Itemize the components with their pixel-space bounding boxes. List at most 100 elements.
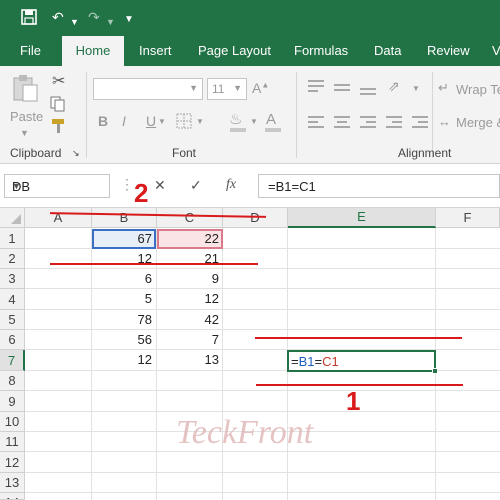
font-group-label: Font (172, 146, 197, 160)
top-align-icon[interactable] (308, 80, 324, 95)
row-header-14[interactable]: 14 (0, 493, 25, 500)
formula-bar: DB ▼ ⋮ ✕ ✓ fx =B1=C1 (0, 164, 500, 208)
active-cell-e7[interactable]: =B1=C1 (287, 350, 436, 372)
cell-b4[interactable]: 5 (92, 289, 156, 309)
tab-review[interactable]: Review (427, 36, 470, 66)
row-header-10[interactable]: 10 (0, 412, 25, 432)
ribbon: Paste ▼ ✂ Clipboard ↘ ▼ 11 ▼ A▲ B I U ▼ … (0, 66, 500, 164)
copy-icon[interactable] (50, 96, 70, 115)
column-header-b[interactable]: B (92, 208, 157, 228)
decrease-indent-icon[interactable] (386, 116, 402, 131)
column-header-c[interactable]: C (157, 208, 223, 228)
select-all-button[interactable] (0, 208, 25, 228)
align-center-icon[interactable] (334, 116, 350, 131)
undo-dropdown-icon[interactable]: ▼ (70, 13, 79, 31)
row-header-8[interactable]: 8 (0, 371, 25, 391)
cell-c3[interactable]: 9 (157, 269, 223, 289)
save-icon[interactable] (20, 8, 38, 30)
underline-dropdown-icon[interactable]: ▼ (158, 117, 166, 126)
cell-c1[interactable]: 22 (157, 229, 223, 249)
insert-function-button[interactable]: fx (226, 177, 236, 193)
cell-b5[interactable]: 78 (92, 310, 156, 330)
formula-input[interactable]: =B1=C1 (258, 174, 500, 198)
cell-b3[interactable]: 6 (92, 269, 156, 289)
redo-dropdown-icon[interactable]: ▼ (106, 13, 115, 31)
gridline (25, 492, 500, 493)
row-header-6[interactable]: 6 (0, 330, 25, 350)
row-header-11[interactable]: 11 (0, 432, 25, 452)
cell-c7[interactable]: 13 (157, 350, 223, 370)
clipboard-group-label: Clipboard (10, 146, 62, 160)
customize-icon[interactable]: ▼ (124, 11, 134, 29)
bottom-align-icon[interactable] (360, 88, 376, 98)
format-painter-icon[interactable] (50, 118, 68, 137)
cell-c5[interactable]: 42 (157, 310, 223, 330)
fill-handle[interactable] (432, 368, 438, 374)
enter-button[interactable]: ✓ (190, 177, 202, 194)
cell-b1[interactable]: 67 (92, 229, 156, 249)
underline-button[interactable]: U (146, 113, 156, 129)
redo-icon[interactable]: ↷ (88, 8, 100, 26)
chevron-down-icon: ▼ (233, 83, 242, 93)
cell-b6[interactable]: 56 (92, 330, 156, 350)
clipboard-launcher-icon[interactable]: ↘ (72, 148, 80, 159)
increase-indent-icon[interactable] (412, 116, 428, 131)
formula-ref-c1: C1 (322, 354, 339, 369)
fill-color-dropdown-icon[interactable]: ▼ (250, 117, 258, 126)
cell-b7[interactable]: 12 (92, 350, 156, 370)
tab-view[interactable]: V (492, 36, 500, 66)
column-header-f[interactable]: F (436, 208, 500, 228)
fill-color-icon[interactable]: ♨ (229, 110, 242, 128)
align-right-icon[interactable] (360, 116, 376, 131)
font-size-combo[interactable]: 11 ▼ (207, 78, 247, 100)
row-header-7[interactable]: 7 (0, 350, 25, 371)
tab-page-layout[interactable]: Page Layout (198, 36, 271, 66)
column-header-e[interactable]: E (288, 208, 436, 228)
cell-c2[interactable]: 21 (157, 249, 223, 269)
row-header-1[interactable]: 1 (0, 228, 25, 249)
row-header-4[interactable]: 4 (0, 289, 25, 310)
grow-font-icon[interactable]: A▲ (252, 80, 269, 96)
worksheet-grid[interactable]: A B C D E F 1 2 3 4 5 6 7 8 9 10 11 12 1… (0, 208, 500, 500)
paste-button[interactable]: Paste (10, 109, 43, 124)
wrap-text-icon[interactable]: ↵ (438, 80, 449, 96)
row-header-13[interactable]: 13 (0, 473, 25, 493)
annotation-line (50, 263, 258, 265)
tab-formulas[interactable]: Formulas (294, 36, 348, 66)
tab-home[interactable]: Home (62, 36, 124, 66)
middle-align-icon[interactable] (334, 84, 350, 94)
borders-icon[interactable] (176, 113, 192, 132)
paste-icon[interactable] (10, 74, 40, 107)
bold-button[interactable]: B (98, 113, 108, 129)
cell-b2[interactable]: 12 (92, 249, 156, 269)
font-color-button[interactable]: A (266, 111, 276, 128)
merge-button[interactable]: Merge & (456, 115, 500, 130)
cell-c6[interactable]: 7 (157, 330, 223, 350)
italic-button[interactable]: I (122, 113, 126, 129)
merge-icon[interactable]: ↔ (438, 114, 451, 129)
ribbon-tabs: File Home Insert Page Layout Formulas Da… (0, 36, 500, 66)
row-header-9[interactable]: 9 (0, 391, 25, 412)
font-name-combo[interactable]: ▼ (93, 78, 203, 100)
row-header-12[interactable]: 12 (0, 452, 25, 473)
align-left-icon[interactable] (308, 116, 324, 131)
orientation-icon[interactable]: ⇗ (388, 78, 400, 95)
tab-data[interactable]: Data (374, 36, 401, 66)
tab-file[interactable]: File (20, 36, 41, 66)
gridline (25, 411, 500, 412)
orientation-dropdown-icon[interactable]: ▼ (412, 84, 420, 93)
cancel-button[interactable]: ✕ (154, 177, 166, 194)
cut-icon[interactable]: ✂ (52, 71, 65, 91)
tab-insert[interactable]: Insert (139, 36, 172, 66)
paste-dropdown-icon[interactable]: ▼ (20, 128, 29, 138)
wrap-text-button[interactable]: Wrap Te (456, 82, 500, 97)
column-header-d[interactable]: D (223, 208, 288, 228)
row-header-5[interactable]: 5 (0, 310, 25, 330)
row-header-2[interactable]: 2 (0, 249, 25, 269)
cell-c4[interactable]: 12 (157, 289, 223, 309)
name-box[interactable]: DB ▼ (4, 174, 110, 198)
undo-icon[interactable]: ↶ (52, 8, 64, 26)
column-header-a[interactable]: A (25, 208, 92, 228)
borders-dropdown-icon[interactable]: ▼ (196, 117, 204, 126)
row-header-3[interactable]: 3 (0, 269, 25, 289)
